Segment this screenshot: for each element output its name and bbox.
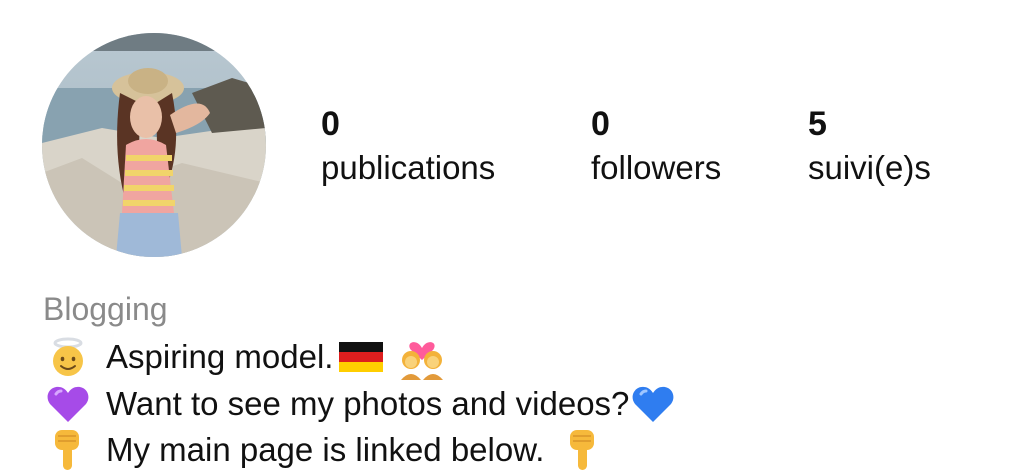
publications-label: publications: [321, 149, 496, 186]
bio-line: Want to see my photos and videos?: [44, 381, 675, 427]
pointing-down-emoji-icon: [44, 427, 92, 473]
germany-flag-emoji-icon: [339, 342, 384, 372]
blue-heart-emoji-icon: [631, 384, 675, 424]
following-label: suivi(e)s: [808, 149, 931, 186]
stat-followers[interactable]: 0 followers: [591, 104, 721, 188]
profile-photo-icon: [42, 33, 266, 257]
followers-label: followers: [591, 149, 722, 186]
bio-line-text: Aspiring model.: [106, 338, 334, 375]
profile-category: Blogging: [43, 291, 168, 327]
bio-line: Aspiring model.: [44, 334, 447, 380]
purple-heart-emoji-icon: [44, 381, 92, 427]
stat-publications[interactable]: 0 publications: [321, 104, 495, 188]
following-count: 5: [808, 105, 827, 143]
followers-count: 0: [591, 105, 610, 143]
couple-with-heart-emoji-icon: [397, 334, 447, 380]
pointing-down-emoji-icon: [566, 428, 600, 472]
bio-line-text: Want to see my photos and videos?: [106, 385, 630, 422]
profile-avatar[interactable]: [42, 33, 266, 257]
stat-following[interactable]: 5 suivi(e)s: [808, 104, 931, 188]
publications-count: 0: [321, 105, 340, 143]
bio-line-text: My main page is linked below.: [106, 431, 545, 468]
angel-face-emoji-icon: [44, 334, 92, 380]
bio-line: My main page is linked below.: [44, 427, 600, 473]
